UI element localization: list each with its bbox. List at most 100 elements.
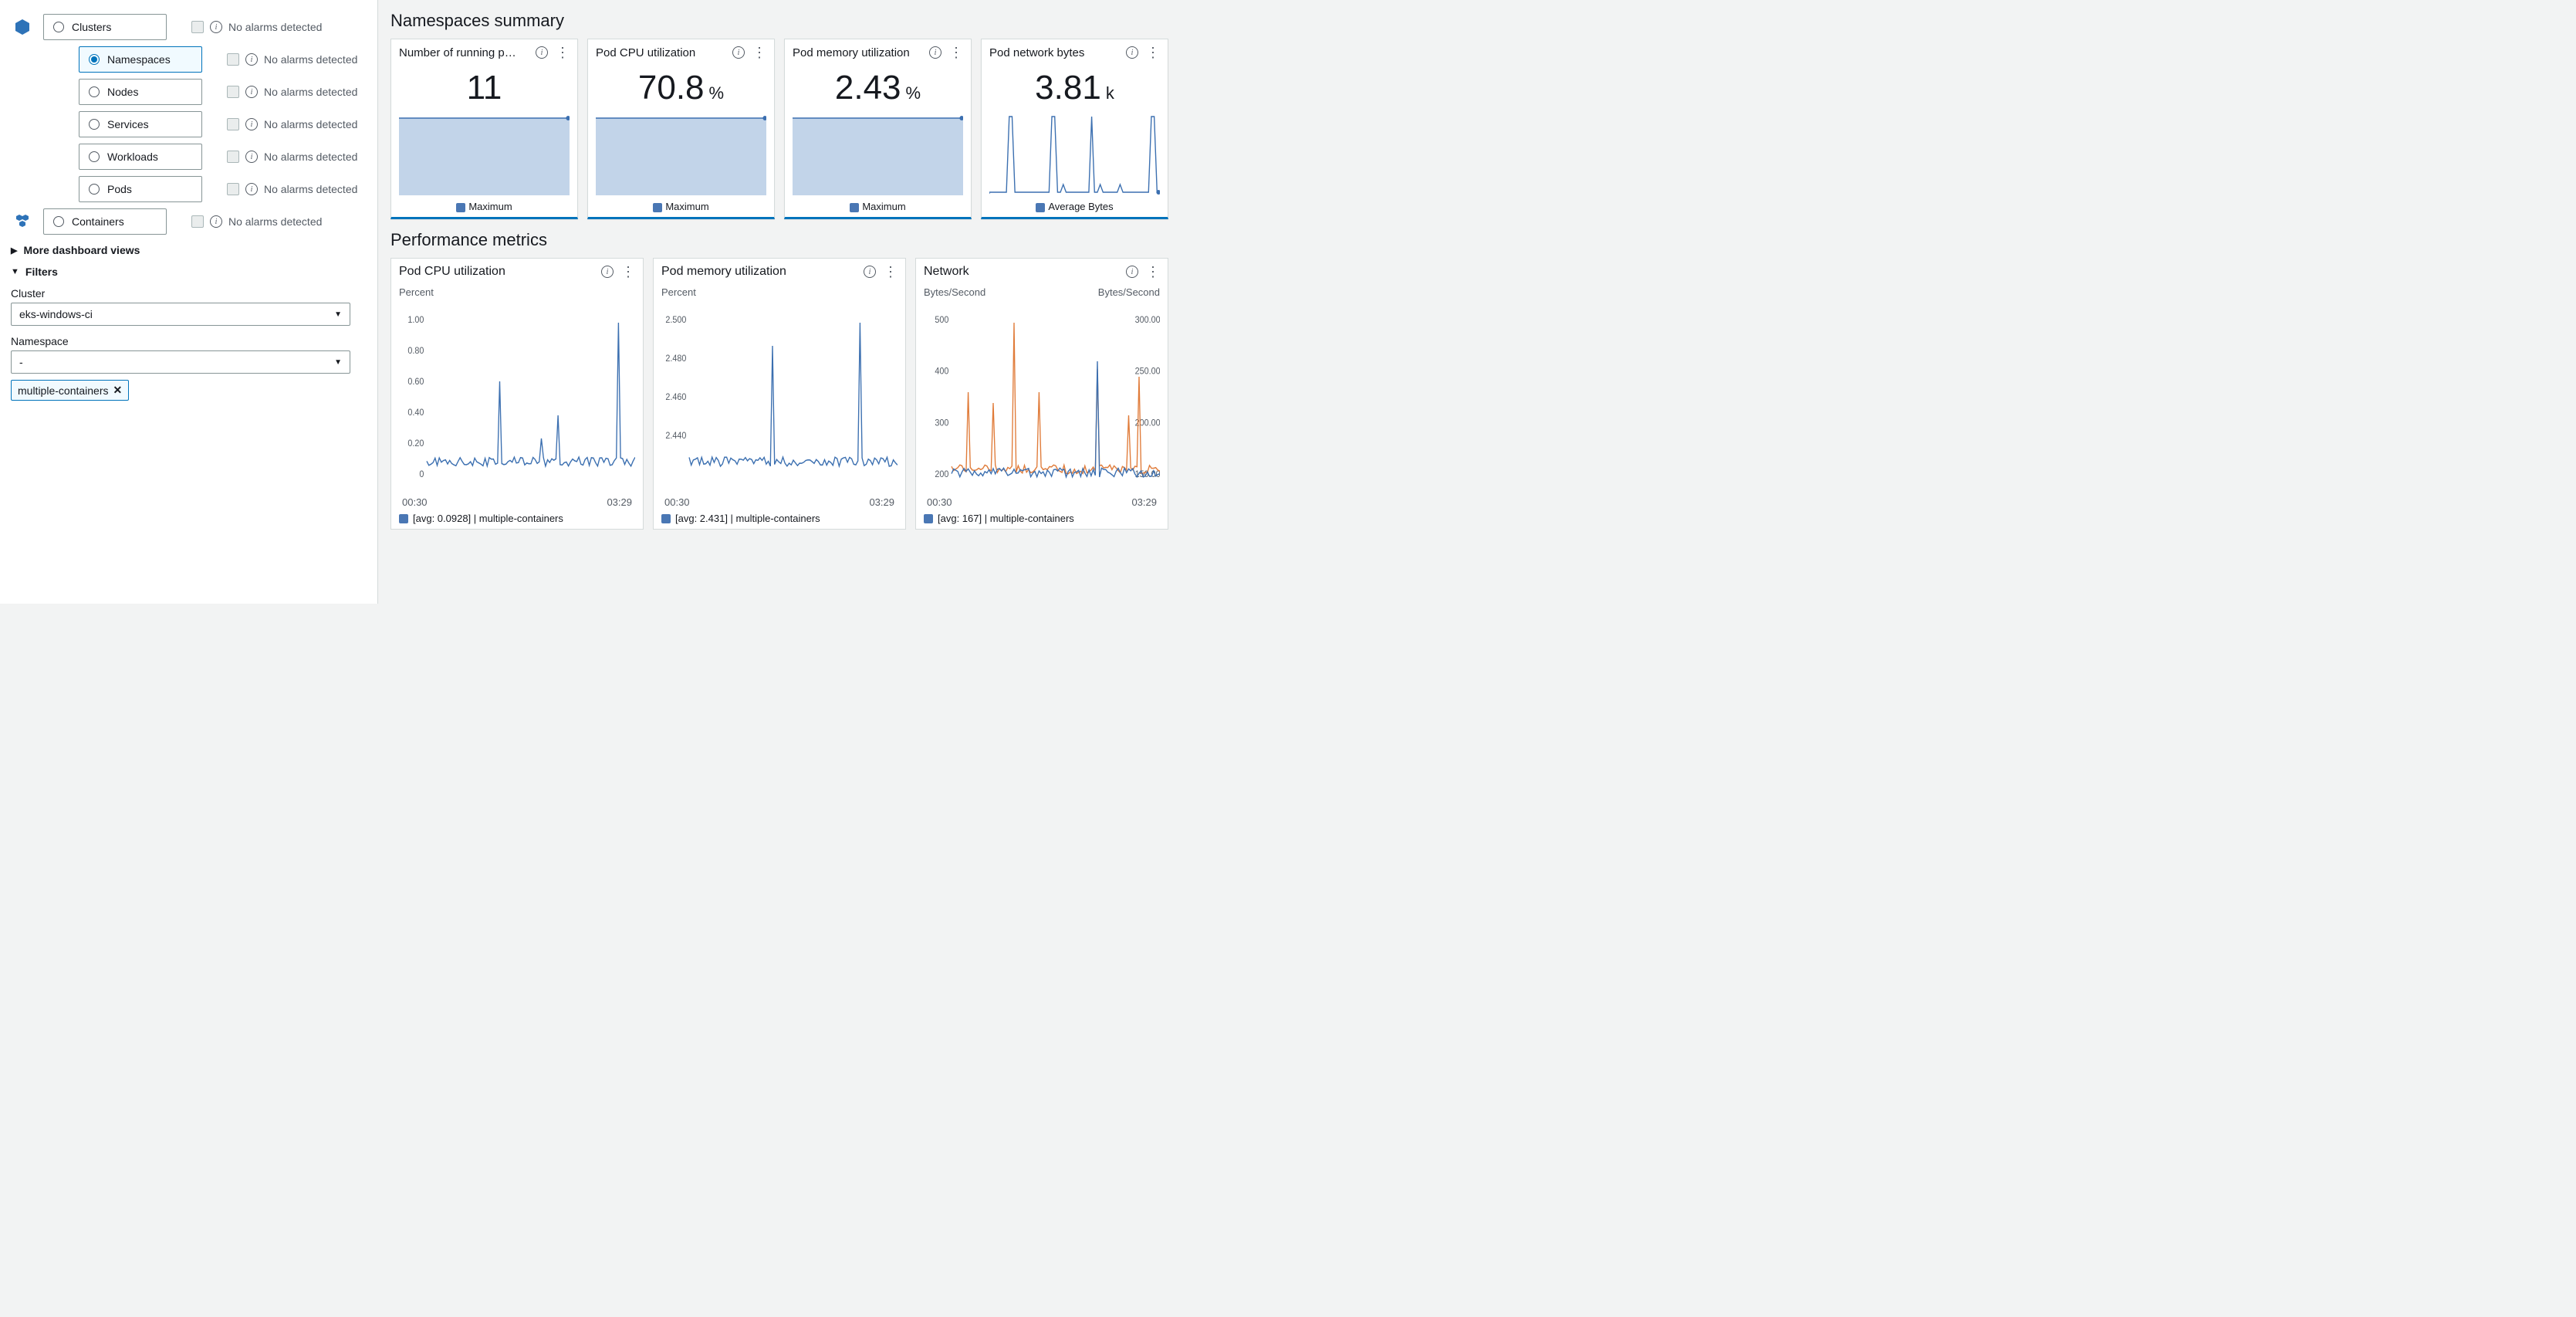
card-menu-button[interactable]: ⋮ [621,265,635,279]
info-icon[interactable]: i [864,266,876,278]
checkbox-icon[interactable] [227,118,239,130]
perf-chart-card: Pod CPU utilizationi⋮Percent1.000.800.60… [390,258,644,530]
tree-row-containers: Containers i No alarms detected [11,208,367,235]
card-title: Pod network bytes [989,46,1121,59]
summary-card: Pod CPU utilizationi⋮70.8%Maximum [587,39,775,219]
svg-text:0.80: 0.80 [407,347,424,357]
alarm-text: No alarms detected [228,21,322,33]
nav-workloads-button[interactable]: Workloads [79,144,202,170]
nav-pods-button[interactable]: Pods [79,176,202,202]
radio-icon [89,86,100,97]
info-icon[interactable]: i [1126,46,1138,59]
radio-icon [89,54,100,65]
nav-item-label: Pods [107,183,132,195]
nav-clusters-button[interactable]: Clusters [43,14,167,40]
info-icon[interactable]: i [245,183,258,195]
info-icon[interactable]: i [929,46,941,59]
chart-plot: 500400300200300.00250.00200.00150.00 [924,300,1160,493]
namespace-select[interactable]: - ▼ [11,350,350,374]
svg-text:2.480: 2.480 [665,354,686,364]
more-views-label: More dashboard views [23,244,140,256]
info-icon[interactable]: i [245,151,258,163]
chart-title: Network [924,265,969,279]
checkbox-icon[interactable] [227,86,239,98]
summary-section-title: Namespaces summary [390,11,1168,31]
card-legend: Maximum [793,198,963,212]
radio-icon [53,22,64,32]
card-menu-button[interactable]: ⋮ [556,46,570,59]
svg-text:250.00: 250.00 [1135,367,1160,377]
nav-item-label: Nodes [107,86,138,98]
card-menu-button[interactable]: ⋮ [949,46,963,59]
chip-label: multiple-containers [18,384,109,397]
more-dashboard-views-toggle[interactable]: ▶ More dashboard views [11,244,367,256]
tree-icon-col [11,18,34,36]
svg-text:200: 200 [935,470,948,480]
chevron-down-icon: ▼ [334,310,342,319]
chart-title: Pod memory utilization [661,265,786,279]
alarm-status: i No alarms detected [227,151,357,163]
caret-right-icon: ▶ [11,245,17,256]
x-tick-end: 03:29 [1131,496,1157,508]
info-icon[interactable]: i [245,86,258,98]
alarm-text: No alarms detected [264,183,357,195]
svg-text:500: 500 [935,316,948,326]
card-menu-button[interactable]: ⋮ [884,265,898,279]
info-icon[interactable]: i [210,215,222,228]
info-icon[interactable]: i [601,266,614,278]
alarm-text: No alarms detected [264,118,357,130]
card-menu-button[interactable]: ⋮ [1146,265,1160,279]
checkbox-icon[interactable] [191,21,204,33]
alarm-status: i No alarms detected [227,118,357,130]
svg-text:0: 0 [419,470,424,480]
svg-text:2.460: 2.460 [665,393,686,403]
tree-row-namespaces: NamespacesiNo alarms detected [46,46,367,73]
chart-plot: 1.000.800.600.400.200 [399,300,635,493]
alarm-text: No alarms detected [264,151,357,163]
info-icon[interactable]: i [732,46,745,59]
checkbox-icon[interactable] [191,215,204,228]
card-menu-button[interactable]: ⋮ [1146,46,1160,59]
card-menu-button[interactable]: ⋮ [752,46,766,59]
checkbox-icon[interactable] [227,151,239,163]
nav-nodes-button[interactable]: Nodes [79,79,202,105]
radio-icon [89,184,100,195]
tree-row-services: Services i No alarms detected [46,111,367,137]
info-icon[interactable]: i [210,21,222,33]
checkbox-icon[interactable] [227,53,239,66]
metric-value: 3.81k [989,69,1160,107]
nav-namespaces-button[interactable]: Namespaces [79,46,202,73]
perf-chart-card: Networki⋮Bytes/SecondBytes/Second5004003… [915,258,1168,530]
nav-item-label: Services [107,118,149,130]
nav-item-label: Workloads [107,151,158,163]
filters-toggle[interactable]: ▼ Filters [11,266,367,278]
x-tick-start: 00:30 [664,496,690,508]
cluster-select[interactable]: eks-windows-ci ▼ [11,303,350,326]
nav-item-label: Clusters [72,21,111,33]
caret-down-icon: ▼ [11,267,19,276]
radio-icon [89,119,100,130]
summary-card: Pod memory utilizationi⋮2.43%Maximum [784,39,972,219]
nav-item-label: Containers [72,215,124,228]
namespace-field-label: Namespace [11,335,367,347]
checkbox-icon[interactable] [227,183,239,195]
cluster-field-label: Cluster [11,287,367,300]
info-icon[interactable]: i [245,53,258,66]
x-tick-start: 00:30 [927,496,952,508]
alarm-status: i No alarms detected [191,215,322,228]
nav-item-label: Namespaces [107,53,171,66]
card-legend: Maximum [596,198,766,212]
nav-containers-button[interactable]: Containers [43,208,167,235]
summary-card: Pod network bytesi⋮3.81kAverage Bytes [981,39,1168,219]
info-icon[interactable]: i [1126,266,1138,278]
svg-text:300.00: 300.00 [1135,316,1160,326]
nav-services-button[interactable]: Services [79,111,202,137]
svg-text:1.00: 1.00 [407,316,424,326]
alarm-text: No alarms detected [228,215,322,228]
info-icon[interactable]: i [536,46,548,59]
hex-cluster-icon [13,212,32,231]
info-icon[interactable]: i [245,118,258,130]
card-legend: Maximum [399,198,570,212]
namespace-filter-chip[interactable]: multiple-containers ✕ [11,380,129,401]
close-icon[interactable]: ✕ [113,384,123,397]
